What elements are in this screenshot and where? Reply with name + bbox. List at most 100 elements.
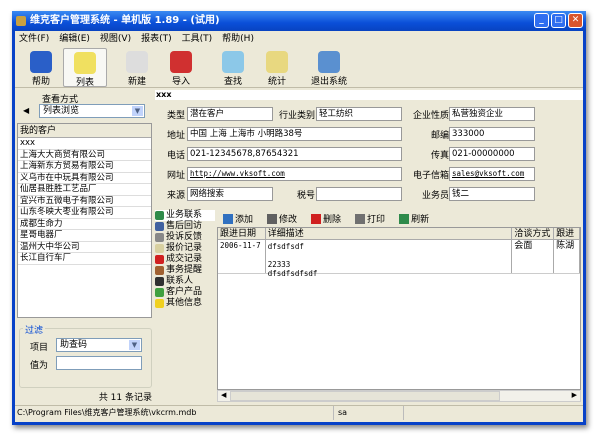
- tab-item[interactable]: 其他信息: [155, 298, 215, 309]
- web-label: 网址: [166, 171, 185, 181]
- collapse-arrow-icon[interactable]: ◀: [23, 106, 29, 115]
- detail-panel: xxx 类型 潜在客户 行业类别 轻工纺织 企业性质 私营独资企业 地址 中国 …: [155, 90, 583, 404]
- nature-field[interactable]: 私营独资企业: [449, 107, 535, 121]
- toolbar-button-0[interactable]: 帮助: [19, 48, 63, 87]
- action-button-1[interactable]: 修改: [267, 212, 297, 225]
- view-mode-select[interactable]: 列表浏览 ▼: [39, 104, 145, 118]
- tab-item[interactable]: 报价记录: [155, 243, 215, 254]
- toolbar-button-1[interactable]: 列表: [63, 48, 107, 88]
- sales-label: 业务员: [421, 191, 449, 201]
- action-icon: [311, 214, 322, 224]
- tax-field[interactable]: [316, 187, 402, 201]
- cell-by: 陈湖: [554, 240, 581, 273]
- menu-edit[interactable]: 编辑(E): [59, 32, 90, 47]
- address-label: 地址: [166, 131, 185, 141]
- toolbar-button-2[interactable]: 新建: [115, 48, 159, 87]
- list-pin-icon: [74, 52, 96, 74]
- zip-label: 邮编: [430, 131, 449, 141]
- web-field[interactable]: http://www.vksoft.com: [187, 167, 402, 181]
- scroll-left-icon: ◀: [221, 391, 227, 399]
- close-button[interactable]: ✕: [568, 13, 583, 28]
- toolbar-button-3[interactable]: 导入: [159, 48, 203, 87]
- action-button-2[interactable]: 删除: [311, 212, 341, 225]
- sales-field[interactable]: 钱二: [449, 187, 535, 201]
- list-item[interactable]: 义乌市在中玩具有限公司: [18, 173, 151, 184]
- exit-icon: [318, 51, 340, 73]
- menu-help[interactable]: 帮助(H): [222, 32, 254, 47]
- list-item[interactable]: 山东冬映大枣业有限公司: [18, 207, 151, 219]
- list-item[interactable]: 成都生命力: [18, 219, 151, 230]
- toolbar: 帮助 列表 新建 导入 查找 统计 退出系统: [15, 48, 583, 88]
- zip-field[interactable]: 333000: [449, 127, 535, 141]
- menu-tools[interactable]: 工具(T): [182, 32, 213, 47]
- list-item[interactable]: 上海新东方贸易有限公司: [18, 161, 151, 173]
- tab-icon: [155, 211, 164, 220]
- record-tabs: 业务联系 售后回访 投诉反馈 报价记录 成交记录 事务提醒 联系人 客户产品 其他信息: [155, 210, 215, 404]
- tab-item[interactable]: 成交记录: [155, 254, 215, 265]
- status-user: sa: [333, 406, 403, 420]
- tab-icon: [155, 288, 164, 297]
- toolbar-button-4[interactable]: 查找: [211, 48, 255, 87]
- tab-icon: [155, 222, 164, 231]
- left-panel: 查看方式 ◀ 列表浏览 ▼ 我的客户 xxx 上海大大商贸有限公司 上海新东方贸易有限…: [17, 90, 154, 404]
- toolbar-button-6[interactable]: 退出系统: [307, 48, 351, 87]
- menu-bar: 文件(F) 编辑(E) 视图(V) 报表(T) 工具(T) 帮助(H): [15, 32, 583, 47]
- fax-label: 传真: [430, 151, 449, 161]
- horizontal-scrollbar[interactable]: ◀ ▶: [217, 390, 581, 402]
- list-item[interactable]: 上海大大商贸有限公司: [18, 150, 151, 161]
- action-button-0[interactable]: 添加: [223, 212, 253, 225]
- title-bar: 维克客户管理系统 - 单机版 1.89 - (试用) _ □ ✕: [12, 11, 586, 31]
- industry-field[interactable]: 轻工纺织: [316, 107, 402, 121]
- tab-item[interactable]: 业务联系: [155, 210, 215, 221]
- app-icon: [16, 16, 26, 26]
- new-note-icon: [126, 51, 148, 73]
- tab-item[interactable]: 联系人: [155, 276, 215, 287]
- records-area: 添加 修改 删除 打印 刷新 跟进日期 详细描述 洽谈方式 跟进 2006-11-7 d…: [217, 210, 581, 404]
- col-date[interactable]: 跟进日期: [218, 228, 266, 239]
- tab-item[interactable]: 投诉反馈: [155, 232, 215, 243]
- col-method[interactable]: 洽谈方式: [512, 228, 555, 239]
- tab-icon: [155, 277, 164, 286]
- tab-icon: [155, 266, 164, 275]
- tab-item[interactable]: 客户产品: [155, 287, 215, 298]
- menu-file[interactable]: 文件(F): [19, 32, 49, 47]
- list-item[interactable]: 仙居县胜胜工艺品厂: [18, 184, 151, 196]
- toolbar-button-5[interactable]: 统计: [255, 48, 299, 87]
- action-icon: [267, 214, 278, 224]
- action-button-4[interactable]: 刷新: [399, 212, 429, 225]
- tab-item[interactable]: 售后回访: [155, 221, 215, 232]
- action-button-3[interactable]: 打印: [355, 212, 385, 225]
- menu-report[interactable]: 报表(T): [141, 32, 172, 47]
- action-icon: [399, 214, 410, 224]
- fax-field[interactable]: 021-00000000: [449, 147, 535, 161]
- list-item[interactable]: 宜兴市五微电子有限公司: [18, 196, 151, 207]
- chevron-down-icon: ▼: [129, 340, 140, 350]
- cell-date: 2006-11-7: [218, 240, 266, 273]
- list-item[interactable]: xxx: [18, 138, 151, 150]
- type-field[interactable]: 潜在客户: [187, 107, 273, 121]
- list-item[interactable]: 长江自行车厂: [18, 253, 151, 265]
- menu-view[interactable]: 视图(V): [100, 32, 131, 47]
- list-item[interactable]: 温州大中华公司: [18, 242, 151, 253]
- customer-list[interactable]: 我的客户 xxx 上海大大商贸有限公司 上海新东方贸易有限公司 义乌市在中玩具有限公司…: [17, 123, 152, 318]
- source-field[interactable]: 网络搜索: [187, 187, 273, 201]
- tab-icon: [155, 233, 164, 242]
- magnifier-icon: [222, 51, 244, 73]
- tab-item[interactable]: 事务提醒: [155, 265, 215, 276]
- col-by[interactable]: 跟进: [554, 228, 581, 239]
- tab-icon: [155, 255, 164, 264]
- address-field[interactable]: 中国 上海 上海市 小明路38号: [187, 127, 402, 141]
- filter-item-select[interactable]: 助查码 ▼: [56, 338, 142, 352]
- minimize-button[interactable]: _: [534, 13, 549, 28]
- maximize-button[interactable]: □: [551, 13, 566, 28]
- import-tray-icon: [170, 51, 192, 73]
- action-icon: [355, 214, 366, 224]
- table-row[interactable]: 2006-11-7 dfsdfsdf 22333 dfsdfsdfsdf 会面 陈湖: [218, 240, 581, 278]
- filter-value-input[interactable]: [56, 356, 142, 370]
- industry-label: 行业类别: [278, 111, 315, 121]
- email-field[interactable]: sales@vksoft.com: [449, 167, 535, 181]
- col-desc[interactable]: 详细描述: [266, 228, 513, 239]
- phone-field[interactable]: 021-12345678,87654321: [187, 147, 402, 161]
- status-db-path: C:\Program Files\维克客户管理系统\vkcrm.mdb: [17, 408, 197, 417]
- list-item[interactable]: 星哥电器厂: [18, 230, 151, 242]
